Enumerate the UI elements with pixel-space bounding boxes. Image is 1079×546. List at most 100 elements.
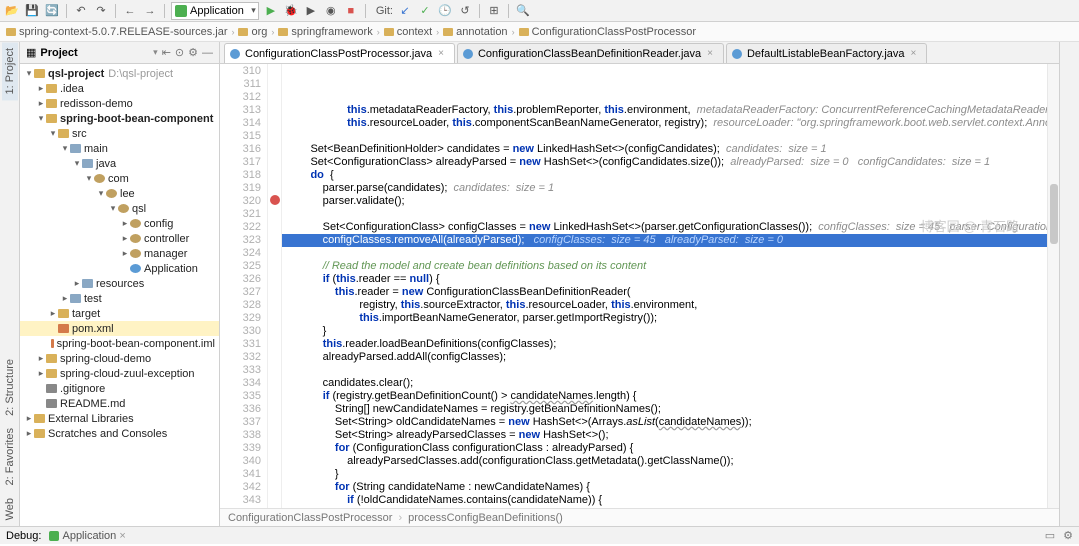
tree-node[interactable]: ▸test	[20, 291, 219, 306]
tree-node[interactable]: ▸controller	[20, 231, 219, 246]
marker-cell[interactable]	[268, 221, 281, 234]
breadcrumb-item[interactable]: springframework	[278, 26, 372, 38]
code-line[interactable]: Set<ConfigurationClass> configClasses = …	[282, 221, 1059, 234]
marker-cell[interactable]	[268, 129, 281, 142]
rail-tab-web[interactable]: Web	[2, 492, 18, 526]
tree-node[interactable]: ▾main	[20, 141, 219, 156]
tree-twisty-icon[interactable]: ▸	[24, 428, 34, 439]
refresh-icon[interactable]: 🔄	[44, 3, 60, 19]
tree-node[interactable]: ▸manager	[20, 246, 219, 261]
tree-node[interactable]: pom.xml	[20, 321, 219, 336]
marker-cell[interactable]	[268, 103, 281, 116]
close-icon[interactable]: ×	[707, 48, 713, 59]
marker-cell[interactable]	[268, 403, 281, 416]
profile-icon[interactable]: ◉	[323, 3, 339, 19]
tree-node[interactable]: .gitignore	[20, 381, 219, 396]
code-line[interactable]: this.metadataReaderFactory, this.problem…	[282, 104, 1059, 117]
editor-tab[interactable]: ConfigurationClassBeanDefinitionReader.j…	[457, 43, 724, 63]
code-line[interactable]	[282, 208, 1059, 221]
marker-cell[interactable]	[268, 168, 281, 181]
marker-cell[interactable]	[268, 234, 281, 247]
marker-cell[interactable]	[268, 142, 281, 155]
marker-cell[interactable]	[268, 273, 281, 286]
marker-cell[interactable]	[268, 416, 281, 429]
marker-cell[interactable]	[268, 77, 281, 90]
breakpoint-icon[interactable]	[270, 195, 280, 205]
marker-cell[interactable]	[268, 195, 281, 208]
locate-icon[interactable]: ⊙	[175, 46, 184, 59]
code-line[interactable]	[282, 130, 1059, 143]
tree-twisty-icon[interactable]: ▾	[36, 113, 46, 124]
marker-cell[interactable]	[268, 155, 281, 168]
tree-node[interactable]: Application	[20, 261, 219, 276]
tree-node[interactable]: ▾java	[20, 156, 219, 171]
code-line[interactable]: BeanDefinition bd = registry.getBeanDefi…	[282, 507, 1059, 508]
tree-node[interactable]: ▾com	[20, 171, 219, 186]
marker-cell[interactable]	[268, 247, 281, 260]
code-line[interactable]: Set<String> oldCandidateNames = new Hash…	[282, 416, 1059, 429]
marker-cell[interactable]	[268, 507, 281, 508]
tree-twisty-icon[interactable]: ▾	[96, 188, 106, 199]
close-icon[interactable]: ×	[911, 48, 917, 59]
git-revert-icon[interactable]: ↺	[457, 3, 473, 19]
tree-node[interactable]: README.md	[20, 396, 219, 411]
coverage-icon[interactable]: ▶	[303, 3, 319, 19]
collapse-icon[interactable]: ⇤	[162, 46, 171, 59]
code-line[interactable]: if (this.reader == null) {	[282, 273, 1059, 286]
marker-cell[interactable]	[268, 208, 281, 221]
tree-twisty-icon[interactable]: ▸	[120, 233, 130, 244]
code-line[interactable]: }	[282, 468, 1059, 481]
marker-cell[interactable]	[268, 429, 281, 442]
marker-cell[interactable]	[268, 64, 281, 77]
code-line[interactable]: for (ConfigurationClass configurationCla…	[282, 442, 1059, 455]
breadcrumb-item[interactable]: org	[238, 26, 267, 38]
code-line[interactable]: alreadyParsed.addAll(configClasses);	[282, 351, 1059, 364]
marker-cell[interactable]	[268, 364, 281, 377]
code-line[interactable]: // Read the model and create bean defini…	[282, 260, 1059, 273]
tree-node[interactable]: ▸target	[20, 306, 219, 321]
scrollbar-thumb[interactable]	[1050, 184, 1058, 244]
rail-tab-structure[interactable]: 2: Structure	[2, 353, 18, 422]
editor-tab[interactable]: ConfigurationClassPostProcessor.java×	[224, 43, 455, 63]
tree-twisty-icon[interactable]: ▸	[60, 293, 70, 304]
code-line[interactable]: this.importBeanNameGenerator, parser.get…	[282, 312, 1059, 325]
tree-twisty-icon[interactable]: ▾	[84, 173, 94, 184]
code-line[interactable]: this.resourceLoader, this.componentScanB…	[282, 117, 1059, 130]
git-update-icon[interactable]: ↙	[397, 3, 413, 19]
tree-node[interactable]: ▸config	[20, 216, 219, 231]
code-line[interactable]: candidates.clear();	[282, 377, 1059, 390]
code-line[interactable]: this.reader.loadBeanDefinitions(configCl…	[282, 338, 1059, 351]
tree-node[interactable]: ▸resources	[20, 276, 219, 291]
tree-node[interactable]: ▸redisson-demo	[20, 96, 219, 111]
code-line[interactable]: if (registry.getBeanDefinitionCount() > …	[282, 390, 1059, 403]
tree-node[interactable]: ▸.idea	[20, 81, 219, 96]
marker-cell[interactable]	[268, 455, 281, 468]
tree-twisty-icon[interactable]: ▸	[48, 308, 58, 319]
code-content[interactable]: 博客园 @ 青石路 this.metadataReaderFactory, th…	[282, 64, 1059, 508]
marker-cell[interactable]	[268, 90, 281, 103]
tree-node[interactable]: ▸spring-cloud-demo	[20, 351, 219, 366]
run-icon[interactable]: ▶	[263, 3, 279, 19]
code-line[interactable]: configClasses.removeAll(alreadyParsed); …	[282, 234, 1059, 247]
marker-cell[interactable]	[268, 468, 281, 481]
marker-cell[interactable]	[268, 181, 281, 194]
tree-twisty-icon[interactable]: ▾	[72, 158, 82, 169]
marker-cell[interactable]	[268, 299, 281, 312]
event-log-icon[interactable]: ▭	[1045, 529, 1055, 542]
tree-node[interactable]: ▸External Libraries	[20, 411, 219, 426]
marker-cell[interactable]	[268, 442, 281, 455]
marker-cell[interactable]	[268, 260, 281, 273]
hide-icon[interactable]: —	[202, 47, 213, 59]
code-line[interactable]: parser.parse(candidates); candidates: si…	[282, 182, 1059, 195]
breadcrumb-item[interactable]: ConfigurationClassPostProcessor	[519, 26, 696, 38]
undo-icon[interactable]: ↶	[73, 3, 89, 19]
gear-icon[interactable]: ⚙	[188, 46, 198, 59]
marker-cell[interactable]	[268, 338, 281, 351]
code-line[interactable]: Set<ConfigurationClass> alreadyParsed = …	[282, 156, 1059, 169]
project-tree[interactable]: ▾qsl-projectD:\qsl-project▸.idea▸redisso…	[20, 64, 219, 526]
marker-gutter[interactable]	[268, 64, 282, 508]
tree-node[interactable]: ▾src	[20, 126, 219, 141]
tree-twisty-icon[interactable]: ▾	[48, 128, 58, 139]
tree-node[interactable]: ▾qsl	[20, 201, 219, 216]
marker-cell[interactable]	[268, 481, 281, 494]
